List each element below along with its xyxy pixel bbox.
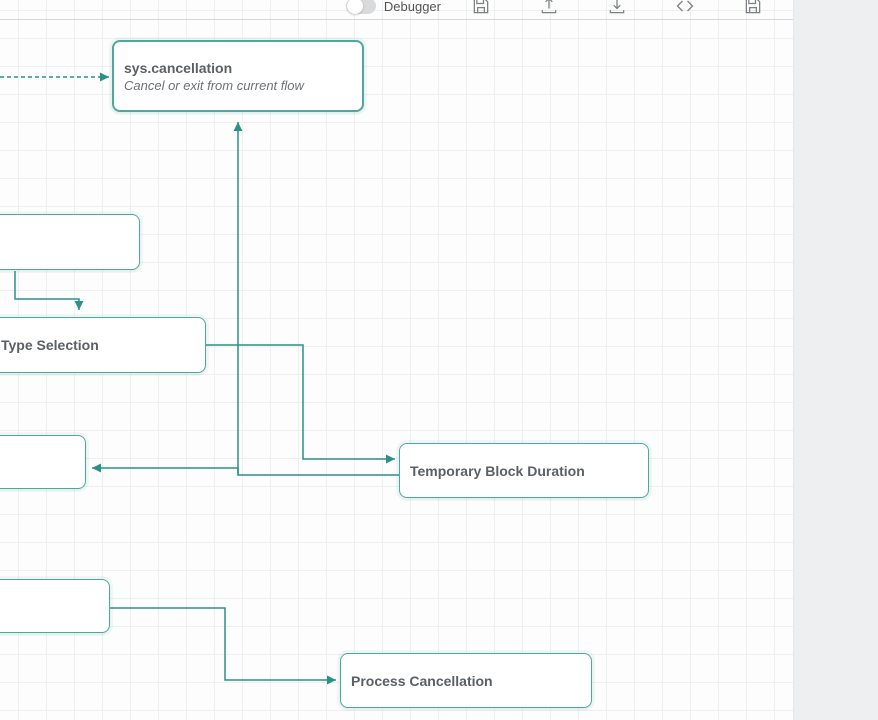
code-icon[interactable] bbox=[675, 0, 695, 16]
node-temp-block-duration[interactable]: Temporary Block Duration bbox=[399, 443, 649, 498]
debugger-toggle[interactable]: Debugger bbox=[346, 0, 441, 14]
save-alt-icon[interactable] bbox=[743, 0, 763, 16]
save-icon[interactable] bbox=[471, 0, 491, 16]
side-panel-collapsed[interactable] bbox=[793, 0, 878, 720]
node-title: Temporary Block Duration bbox=[410, 463, 638, 479]
debugger-label: Debugger bbox=[384, 0, 441, 14]
node-sys-cancellation[interactable]: sys.cancellation Cancel or exit from cur… bbox=[112, 40, 364, 112]
node-type-selection[interactable]: Type Selection bbox=[0, 317, 206, 373]
toggle-knob bbox=[347, 0, 363, 14]
node-process-cancellation[interactable]: Process Cancellation bbox=[340, 653, 592, 708]
node-title: Process Cancellation bbox=[351, 673, 581, 689]
top-toolbar: Debugger bbox=[0, 0, 793, 20]
export-icon[interactable] bbox=[539, 0, 559, 16]
node-partial-lower[interactable] bbox=[0, 579, 110, 633]
node-partial-mid[interactable] bbox=[0, 435, 86, 489]
node-partial-upper[interactable] bbox=[0, 214, 140, 270]
node-title: Type Selection bbox=[1, 337, 195, 353]
flow-canvas[interactable]: Debugger bbox=[0, 0, 793, 720]
node-subtitle: Cancel or exit from current flow bbox=[124, 78, 352, 93]
node-title: sys.cancellation bbox=[124, 60, 352, 76]
toggle-switch[interactable] bbox=[346, 0, 376, 14]
toolbar-icon-group bbox=[471, 0, 793, 16]
import-icon[interactable] bbox=[607, 0, 627, 16]
